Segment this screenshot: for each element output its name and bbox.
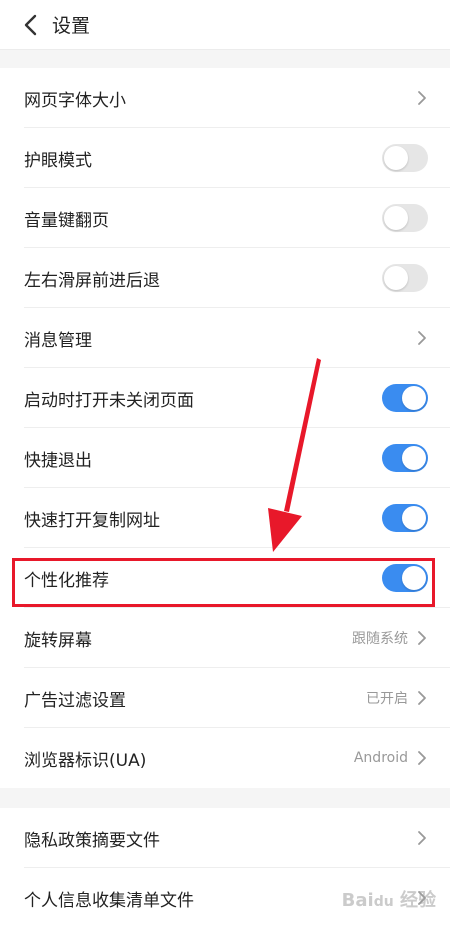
chevron-right-icon (416, 890, 428, 906)
chevron-right-icon (416, 630, 428, 646)
chevron-right-icon (416, 750, 428, 766)
setting-label: 浏览器标识(UA) (24, 750, 147, 771)
setting-row-quick-exit[interactable]: 快捷退出 (0, 428, 450, 488)
chevron-right-icon (416, 90, 428, 106)
settings-list: 网页字体大小 护眼模式 音量键翻页 左右滑屏前进后退 消息管理 启动时打开未关闭… (0, 68, 450, 788)
setting-label: 音量键翻页 (24, 210, 109, 231)
setting-row-message-management[interactable]: 消息管理 (0, 308, 450, 368)
setting-label: 护眼模式 (24, 150, 92, 171)
setting-label: 隐私政策摘要文件 (24, 830, 160, 851)
restore-pages-toggle[interactable] (382, 384, 428, 412)
setting-label: 个性化推荐 (24, 570, 109, 591)
open-copied-url-toggle[interactable] (382, 504, 428, 532)
toggle-knob (402, 386, 426, 410)
setting-row-privacy-policy-summary[interactable]: 隐私政策摘要文件 (0, 808, 450, 868)
setting-row-personalized-recommendation[interactable]: 个性化推荐 (0, 548, 450, 608)
setting-label: 左右滑屏前进后退 (24, 270, 160, 291)
swipe-navigation-toggle[interactable] (382, 264, 428, 292)
toggle-knob (402, 446, 426, 470)
setting-label: 广告过滤设置 (24, 690, 126, 711)
setting-row-eye-protection[interactable]: 护眼模式 (0, 128, 450, 188)
header: 设置 (0, 0, 450, 50)
toggle-knob (402, 506, 426, 530)
eye-protection-toggle[interactable] (382, 144, 428, 172)
privacy-list: 隐私政策摘要文件 个人信息收集清单文件 (0, 808, 450, 928)
setting-label: 启动时打开未关闭页面 (24, 390, 194, 411)
chevron-right-icon (416, 330, 428, 346)
setting-label: 消息管理 (24, 330, 92, 351)
page-title: 设置 (52, 15, 91, 37)
setting-row-font-size[interactable]: 网页字体大小 (0, 68, 450, 128)
quick-exit-toggle[interactable] (382, 444, 428, 472)
setting-row-swipe-navigation[interactable]: 左右滑屏前进后退 (0, 248, 450, 308)
setting-value: 跟随系统 (352, 631, 408, 647)
toggle-knob (402, 566, 426, 590)
back-button[interactable] (12, 7, 48, 43)
setting-row-open-copied-url[interactable]: 快速打开复制网址 (0, 488, 450, 548)
setting-label: 快速打开复制网址 (24, 510, 160, 531)
setting-row-restore-pages[interactable]: 启动时打开未关闭页面 (0, 368, 450, 428)
setting-label: 网页字体大小 (24, 90, 126, 111)
setting-label: 快捷退出 (24, 450, 92, 471)
chevron-right-icon (416, 690, 428, 706)
volume-page-turn-toggle[interactable] (382, 204, 428, 232)
setting-label: 个人信息收集清单文件 (24, 890, 194, 911)
personalized-recommendation-toggle[interactable] (382, 564, 428, 592)
toggle-knob (384, 206, 408, 230)
setting-label: 旋转屏幕 (24, 630, 92, 651)
toggle-knob (384, 146, 408, 170)
setting-row-screen-rotation[interactable]: 旋转屏幕 跟随系统 (0, 608, 450, 668)
chevron-left-icon (24, 14, 37, 35)
setting-row-volume-page-turn[interactable]: 音量键翻页 (0, 188, 450, 248)
setting-row-ad-filter[interactable]: 广告过滤设置 已开启 (0, 668, 450, 728)
setting-row-personal-info-list[interactable]: 个人信息收集清单文件 (0, 868, 450, 928)
setting-value: 已开启 (366, 691, 408, 707)
setting-row-user-agent[interactable]: 浏览器标识(UA) Android (0, 728, 450, 788)
setting-value: Android (353, 750, 408, 766)
chevron-right-icon (416, 830, 428, 846)
toggle-knob (384, 266, 408, 290)
